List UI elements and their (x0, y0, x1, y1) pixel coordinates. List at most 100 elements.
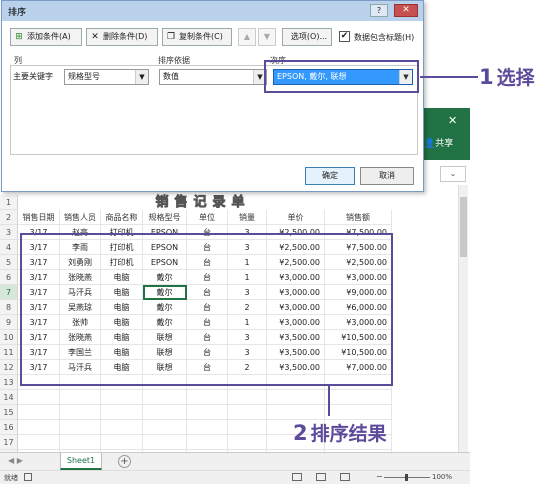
sheet-row: 16 (0, 420, 460, 435)
zoom-out-button[interactable]: − (376, 472, 383, 481)
delete-condition-button[interactable]: ✕ 删除条件(D) (86, 28, 158, 46)
callout-box-sorted-data (20, 233, 393, 386)
formula-bar-expand-button[interactable]: ⌄ (440, 166, 466, 182)
row-number[interactable]: 8 (0, 300, 18, 315)
column-header-cell[interactable]: 销售人员 (60, 210, 101, 225)
dialog-titlebar[interactable]: 排序 ? ✕ (2, 1, 423, 21)
has-headers-checkbox[interactable]: ✔ (339, 31, 350, 42)
cancel-button[interactable]: 取消 (360, 167, 414, 185)
empty-cell[interactable] (60, 405, 101, 420)
empty-cell[interactable] (228, 420, 267, 435)
share-button[interactable]: 👤共享 (424, 136, 453, 149)
user-icon: 👤 (424, 139, 436, 149)
empty-cell[interactable] (228, 390, 267, 405)
empty-cell[interactable] (228, 435, 267, 450)
row-number[interactable]: 14 (0, 390, 18, 405)
column-header-cell[interactable]: 销售额 (325, 210, 392, 225)
row-number[interactable]: 6 (0, 270, 18, 285)
empty-cell[interactable] (101, 405, 143, 420)
page-layout-view-icon[interactable] (316, 473, 326, 481)
empty-cell[interactable] (143, 405, 187, 420)
copy-condition-button[interactable]: ❐ 复制条件(C) (162, 28, 232, 46)
empty-cell[interactable] (187, 405, 228, 420)
macro-record-icon[interactable] (24, 473, 32, 481)
empty-cell[interactable] (325, 390, 392, 405)
page-break-view-icon[interactable] (340, 473, 350, 481)
empty-cell[interactable] (143, 390, 187, 405)
sheet-row: 15 (0, 405, 460, 420)
chevron-down-icon: ▼ (135, 70, 148, 84)
empty-cell[interactable] (143, 435, 187, 450)
vertical-scrollbar[interactable] (458, 185, 468, 453)
status-bar: 就绪 − 100% (0, 470, 470, 484)
ok-button[interactable]: 确定 (305, 167, 355, 185)
sheet-title[interactable]: 销售记录单 (18, 195, 388, 211)
column-header-cell[interactable]: 商品名称 (101, 210, 143, 225)
column-header-cell[interactable]: 销售日期 (18, 210, 60, 225)
zoom-slider-knob[interactable] (405, 474, 408, 481)
normal-view-icon[interactable] (292, 473, 302, 481)
empty-cell[interactable] (101, 435, 143, 450)
empty-cell[interactable] (267, 390, 325, 405)
primary-key-label: 主要关键字 (13, 72, 53, 81)
row-number[interactable]: 10 (0, 330, 18, 345)
empty-cell[interactable] (187, 420, 228, 435)
sheet-tab-sheet1[interactable]: Sheet1 (60, 453, 102, 470)
empty-cell[interactable] (101, 390, 143, 405)
row-number[interactable]: 9 (0, 315, 18, 330)
column-header-cell[interactable]: 规格型号 (143, 210, 187, 225)
column-header-cell[interactable]: 销量 (228, 210, 267, 225)
row-number[interactable]: 3 (0, 225, 18, 240)
empty-cell[interactable] (325, 405, 392, 420)
row-number[interactable]: 11 (0, 345, 18, 360)
scrollbar-thumb[interactable] (460, 197, 467, 257)
add-condition-button[interactable]: ⊞ 添加条件(A) (10, 28, 82, 46)
move-up-button[interactable]: ▲ (238, 28, 256, 46)
column-header-cell[interactable]: 单位 (187, 210, 228, 225)
row-number[interactable]: 15 (0, 405, 18, 420)
options-button[interactable]: 选项(O)... (282, 28, 332, 46)
callout-line-2 (328, 386, 330, 416)
empty-cell[interactable] (187, 435, 228, 450)
excel-close-button[interactable]: ✕ (448, 114, 457, 127)
row-number[interactable]: 13 (0, 375, 18, 390)
row-number[interactable]: 1 (0, 195, 18, 210)
empty-cell[interactable] (18, 435, 60, 450)
empty-cell[interactable] (18, 390, 60, 405)
sheet-nav-arrows[interactable]: ◀ ▶ (8, 456, 23, 465)
row-number[interactable]: 16 (0, 420, 18, 435)
delete-x-icon: ✕ (91, 32, 99, 42)
empty-cell[interactable] (228, 405, 267, 420)
row-number[interactable]: 7 (0, 285, 18, 300)
add-sheet-button[interactable]: + (118, 455, 131, 468)
annotation-step-1: 1 选择 (479, 65, 535, 89)
dialog-close-button[interactable]: ✕ (394, 4, 418, 17)
callout-line-1 (420, 76, 478, 78)
sheet-row: 14 (0, 390, 460, 405)
empty-cell[interactable] (101, 420, 143, 435)
sort-column-select[interactable]: 规格型号 ▼ (64, 69, 149, 85)
empty-cell[interactable] (60, 420, 101, 435)
sort-on-select[interactable]: 数值 ▼ (159, 69, 267, 85)
empty-cell[interactable] (18, 405, 60, 420)
empty-cell[interactable] (60, 435, 101, 450)
row-number[interactable]: 12 (0, 360, 18, 375)
zoom-level[interactable]: 100% (432, 473, 452, 481)
help-button[interactable]: ? (370, 4, 388, 17)
sheet-row: 17 (0, 435, 460, 450)
column-header-cell[interactable]: 单价 (267, 210, 325, 225)
callout-box-order-select (264, 60, 419, 93)
move-down-button[interactable]: ▼ (258, 28, 276, 46)
empty-cell[interactable] (267, 405, 325, 420)
empty-cell[interactable] (143, 420, 187, 435)
row-number[interactable]: 4 (0, 240, 18, 255)
dialog-title: 排序 (8, 8, 27, 18)
annotation-step-2: 2 排序结果 (293, 421, 387, 445)
empty-cell[interactable] (60, 390, 101, 405)
row-number[interactable]: 17 (0, 435, 18, 450)
empty-cell[interactable] (18, 420, 60, 435)
row-number[interactable]: 5 (0, 255, 18, 270)
add-row-icon: ⊞ (15, 32, 23, 42)
row-number[interactable]: 2 (0, 210, 18, 225)
empty-cell[interactable] (187, 390, 228, 405)
